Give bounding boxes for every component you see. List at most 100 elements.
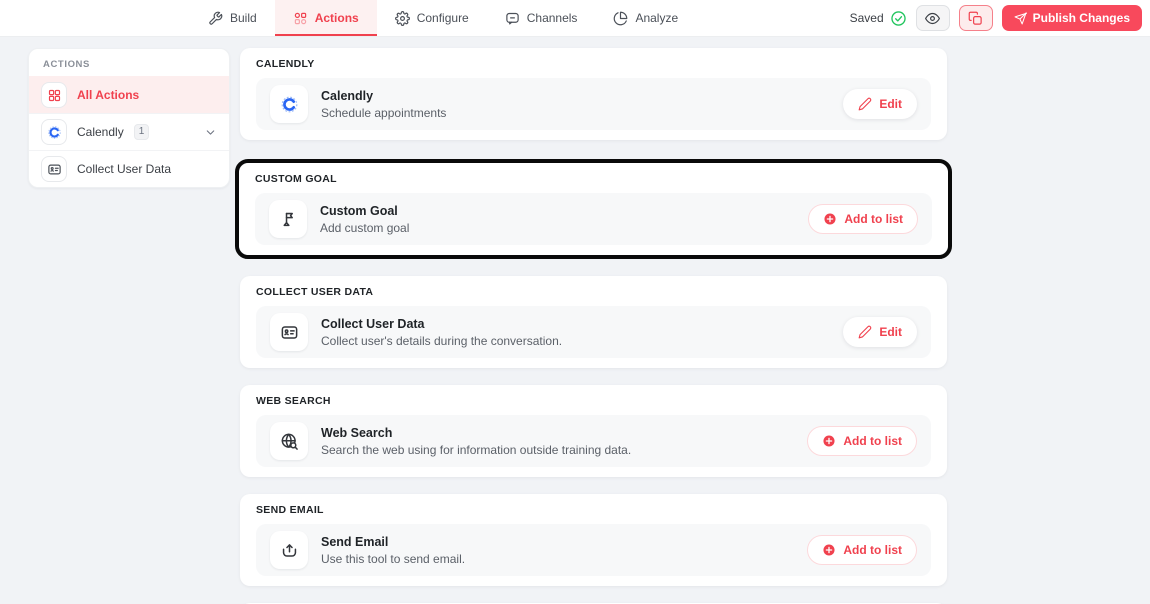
copy-button[interactable] [958,5,993,31]
preview-button[interactable] [915,5,950,31]
action-description: Use this tool to send email. [321,551,466,566]
action-card: CALENDLY Calendly Schedule appointments … [240,48,947,140]
sidebar-item-label: Collect User Data [77,162,172,176]
nav-tab-configure[interactable]: Configure [377,0,487,36]
check-circle-icon [890,10,907,27]
actions-sidebar: ACTIONS All Actions Calendly 1 Collect U… [28,48,230,188]
nav-tab-label: Build [230,11,257,25]
plus-circle-icon [822,543,836,557]
top-bar: Build Actions Configure Channels Analyze… [0,0,1150,37]
flag-icon [279,210,298,229]
sidebar-item-icon-box [41,156,67,182]
plus-circle-icon [823,212,837,226]
send-icon [1014,12,1027,25]
action-icon-box [270,422,308,460]
action-button-label: Edit [879,325,902,339]
main-nav: Build Actions Configure Channels Analyze [190,0,696,36]
action-texts: Custom Goal Add custom goal [320,204,409,235]
pencil-icon [858,325,872,339]
action-icon-box [269,200,307,238]
action-card: CUSTOM GOAL Custom Goal Add custom goal … [239,163,948,255]
action-icon-box [270,85,308,123]
nav-tab-actions[interactable]: Actions [274,0,377,36]
actions-icon [293,11,308,26]
action-section-send-email: SEND EMAIL Send Email Use this tool to s… [240,494,947,586]
action-icon-box [270,313,308,351]
action-icon-box [270,531,308,569]
action-title: Send Email [321,534,389,549]
eye-icon [925,11,941,26]
calendly-icon [47,125,62,140]
sidebar-item-icon-box [41,82,67,108]
action-card: SEND EMAIL Send Email Use this tool to s… [240,494,947,586]
chat-bubble-icon [505,11,520,26]
action-description: Collect user's details during the conver… [321,333,563,348]
sidebar-item-label: All Actions [77,88,140,102]
action-button[interactable]: Edit [843,89,917,119]
id-card-icon [47,162,62,177]
action-texts: Calendly Schedule appointments [321,89,446,120]
action-title: Collect User Data [321,316,425,331]
action-section-web-search: WEB SEARCH Web Search Search the web usi… [240,385,947,477]
action-button[interactable]: Add to list [807,535,917,565]
save-status: Saved [850,10,907,27]
action-description: Schedule appointments [321,105,447,120]
sidebar-item-icon-box [41,119,67,145]
action-button[interactable]: Add to list [808,204,918,234]
copy-icon [968,11,983,26]
sidebar-item-label: Calendly [77,125,124,139]
action-description: Search the web using for information out… [321,442,632,457]
action-row: Send Email Use this tool to send email. … [256,524,931,576]
globe-search-icon [280,432,299,451]
action-row: Custom Goal Add custom goal Add to list [255,193,932,245]
pie-chart-icon [613,11,628,26]
sidebar-title: ACTIONS [43,59,90,70]
nav-tab-label: Configure [416,11,469,25]
nav-tab-analyze[interactable]: Analyze [595,0,696,36]
sidebar-item-all-actions[interactable]: All Actions [29,76,229,113]
action-title: Custom Goal [320,203,398,218]
action-button-label: Add to list [844,212,903,226]
action-title: Web Search [321,425,393,440]
action-title: Calendly [321,88,374,103]
action-button[interactable]: Edit [843,317,917,347]
section-heading: CALENDLY [256,58,315,70]
action-card: COLLECT USER DATA Collect User Data Coll… [240,276,947,368]
gear-icon [394,10,410,26]
chevron-down-icon[interactable] [204,126,217,139]
nav-tab-build[interactable]: Build [190,0,275,36]
nav-tab-label: Analyze [635,11,679,25]
action-button[interactable]: Add to list [807,426,917,456]
calendly-icon [280,95,299,114]
action-section-custom-goal: CUSTOM GOAL Custom Goal Add custom goal … [235,159,952,259]
publish-changes-label: Publish Changes [1032,11,1130,25]
section-heading: COLLECT USER DATA [256,286,374,298]
sidebar-item-calendly[interactable]: Calendly 1 [29,113,229,150]
actions-list: CALENDLY Calendly Schedule appointments … [235,48,952,604]
action-button-label: Add to list [843,543,902,557]
action-row: Collect User Data Collect user's details… [256,306,931,358]
nav-tab-label: Channels [526,11,578,25]
action-row: Calendly Schedule appointments Edit [256,78,931,130]
plus-circle-icon [822,434,836,448]
action-button-label: Add to list [843,434,902,448]
action-texts: Web Search Search the web using for info… [321,426,631,457]
saved-label: Saved [849,11,884,25]
nav-tab-channels[interactable]: Channels [487,0,596,36]
page-content: ACTIONS All Actions Calendly 1 Collect U… [0,37,1150,604]
grid-icon [47,88,62,103]
section-heading: CUSTOM GOAL [255,173,337,185]
inbox-send-icon [280,541,299,560]
action-button-label: Edit [879,97,902,111]
section-heading: WEB SEARCH [256,395,331,407]
header-controls: Saved Publish Changes [850,0,1150,36]
action-row: Web Search Search the web using for info… [256,415,931,467]
publish-changes-button[interactable]: Publish Changes [1001,5,1142,31]
pencil-icon [858,97,872,111]
action-texts: Send Email Use this tool to send email. [321,535,465,566]
count-badge: 1 [133,124,150,140]
id-card-icon [280,323,299,342]
action-texts: Collect User Data Collect user's details… [321,317,562,348]
sidebar-item-collect-user-data[interactable]: Collect User Data [29,150,229,187]
action-card: WEB SEARCH Web Search Search the web usi… [240,385,947,477]
